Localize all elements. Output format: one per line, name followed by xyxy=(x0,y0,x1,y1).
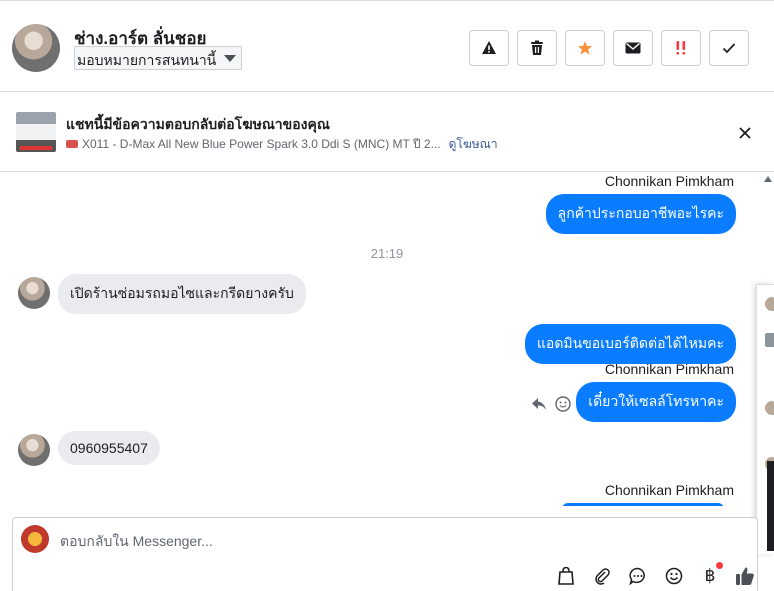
trash-icon xyxy=(531,40,543,55)
side-avatar[interactable] xyxy=(765,401,774,415)
thumbs-up-icon[interactable] xyxy=(735,566,755,586)
assign-label: มอบหมายการสนทนานี้ xyxy=(77,52,217,68)
conversation-header: ช่าง.อาร์ต ลั่นชอย มอบหมายการสนทนานี้ xyxy=(0,0,774,92)
incoming-message[interactable]: 0960955407 xyxy=(58,431,160,465)
message-actions xyxy=(532,396,571,412)
reply-input[interactable] xyxy=(60,532,460,550)
outgoing-message-partial xyxy=(562,503,724,506)
side-thumbnail[interactable] xyxy=(765,333,774,347)
star-button[interactable] xyxy=(565,30,605,66)
ad-banner-title: แชทนี้มีข้อความตอบกลับต่อโฆษณาของคุณ xyxy=(66,116,330,132)
delete-button[interactable] xyxy=(517,30,557,66)
warning-icon xyxy=(482,41,496,54)
mark-unread-button[interactable] xyxy=(613,30,653,66)
outgoing-message[interactable]: เดี๋ยวให้เซลล์โทรหาคะ xyxy=(576,382,736,422)
baht-payment-icon[interactable]: ฿ xyxy=(700,566,720,586)
attachment-icon[interactable] xyxy=(592,566,612,586)
contact-avatar[interactable] xyxy=(18,277,50,309)
outgoing-message[interactable]: แอดมินขอเบอร์ติดต่อได้ไหมคะ xyxy=(524,324,736,364)
contact-avatar[interactable] xyxy=(12,24,60,72)
view-ad-link[interactable]: ดูโฆษณา xyxy=(449,137,498,151)
report-spam-button[interactable] xyxy=(469,30,509,66)
scroll-up-arrow-icon[interactable] xyxy=(764,176,772,182)
side-tooltip xyxy=(767,461,774,551)
ad-thumbnail[interactable] xyxy=(16,112,56,152)
emoji-react-icon[interactable] xyxy=(555,396,571,412)
ad-text: X011 - D-Max All New Blue Power Spark 3.… xyxy=(82,137,441,151)
side-conversation-list[interactable] xyxy=(756,284,774,554)
reply-icon[interactable] xyxy=(532,398,546,410)
chat-bubble-icon[interactable] xyxy=(628,566,648,586)
sender-name: Chonnikan Pimkham xyxy=(604,173,734,189)
timestamp: 21:19 xyxy=(370,246,404,261)
envelope-icon xyxy=(625,42,641,54)
shopping-bag-icon[interactable] xyxy=(556,566,576,586)
outgoing-message[interactable]: ลูกค้าประกอบอาชีพอะไรคะ xyxy=(545,194,736,234)
assign-conversation-dropdown[interactable]: มอบหมายการสนทนานี้ xyxy=(74,46,242,70)
side-avatar[interactable] xyxy=(765,297,774,311)
follow-up-button[interactable] xyxy=(661,30,701,66)
check-icon xyxy=(722,43,736,54)
sender-name: Chonnikan Pimkham xyxy=(604,482,734,498)
incoming-message[interactable]: เปิดร้านซ่อมรถมอไซและกรีดยางครับ xyxy=(58,274,306,314)
message-thread[interactable]: Chonnikan Pimkham ลูกค้าประกอบอาชีพอะไรค… xyxy=(0,172,756,506)
ad-reply-banner: แชทนี้มีข้อความตอบกลับต่อโฆษณาของคุณ X01… xyxy=(0,92,774,172)
page-avatar xyxy=(21,525,49,553)
star-icon xyxy=(577,41,593,55)
notification-dot xyxy=(716,562,723,569)
mark-done-button[interactable] xyxy=(709,30,749,66)
double-exclamation-icon xyxy=(676,41,686,55)
close-icon[interactable] xyxy=(736,124,754,142)
ad-description: X011 - D-Max All New Blue Power Spark 3.… xyxy=(66,135,498,154)
sender-name: Chonnikan Pimkham xyxy=(604,361,734,377)
truck-icon xyxy=(66,139,78,148)
emoji-icon[interactable] xyxy=(664,566,684,586)
chevron-down-icon xyxy=(224,55,236,62)
contact-avatar[interactable] xyxy=(18,434,50,466)
